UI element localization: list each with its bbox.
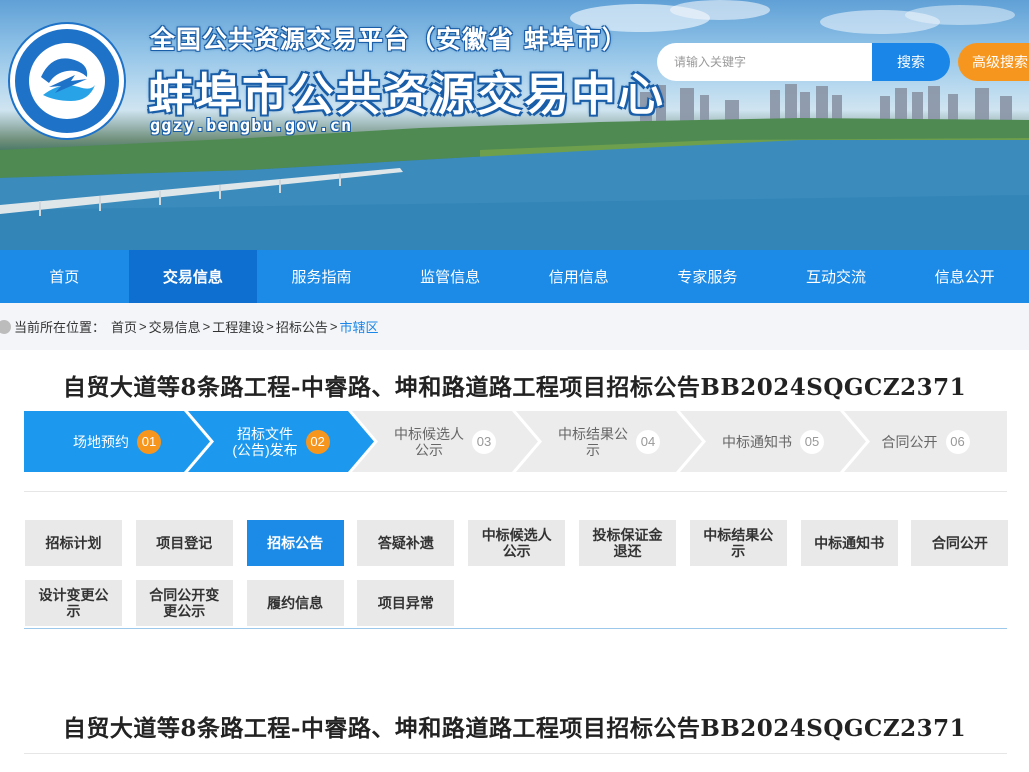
breadcrumb-link-construction[interactable]: 工程建设 bbox=[212, 317, 264, 336]
step-result-notice[interactable]: 中标结果公示 04 bbox=[516, 411, 702, 472]
tabs-underline bbox=[24, 628, 1007, 629]
breadcrumb-separator: > bbox=[139, 319, 147, 334]
nav-item-interaction[interactable]: 互动交流 bbox=[772, 250, 901, 303]
location-pin-icon bbox=[0, 319, 11, 334]
step-number: 05 bbox=[800, 430, 824, 454]
breadcrumb-current[interactable]: 市辖区 bbox=[339, 317, 378, 336]
breadcrumb-prefix: 当前所在位置： bbox=[14, 320, 106, 335]
logo-emblem-icon bbox=[29, 43, 105, 119]
tab-row2-1[interactable]: 合同公开变 更公示 bbox=[135, 580, 233, 626]
breadcrumb-link-notice[interactable]: 招标公告 bbox=[276, 317, 328, 336]
tab-row1-0[interactable]: 招标计划 bbox=[25, 520, 122, 566]
tab-row2-0[interactable]: 设计变更公示 bbox=[25, 580, 122, 626]
step-number: 04 bbox=[636, 430, 660, 454]
breadcrumb-link-home[interactable]: 首页 bbox=[111, 317, 137, 336]
step-number: 03 bbox=[472, 430, 496, 454]
nav-item-home[interactable]: 首页 bbox=[0, 250, 129, 303]
divider bbox=[24, 491, 1007, 492]
step-venue-booking[interactable]: 场地预约 01 bbox=[24, 411, 210, 472]
notice-title: 自贸大道等8条路工程-中睿路、坤和路道路工程项目招标公告BB2024SQGCZ2… bbox=[62, 374, 967, 401]
platform-title: 全国公共资源交易平台（安徽省 蚌埠市） bbox=[150, 25, 628, 54]
step-tender-publish[interactable]: 招标文件 (公告)发布 02 bbox=[188, 411, 374, 472]
step-label: 中标结果公示 bbox=[558, 425, 628, 458]
tab-row2-2[interactable]: 履约信息 bbox=[246, 580, 344, 626]
nav-item-expert-service[interactable]: 专家服务 bbox=[643, 250, 772, 303]
tab-row1-1[interactable]: 项目登记 bbox=[135, 520, 233, 566]
tab-row1-7[interactable]: 中标通知书 bbox=[800, 520, 898, 566]
breadcrumb-separator: > bbox=[266, 319, 274, 334]
step-candidate-notice[interactable]: 中标候选人 公示 03 bbox=[352, 411, 538, 472]
nav-item-credit-info[interactable]: 信用信息 bbox=[515, 250, 644, 303]
step-label: 招标文件 (公告)发布 bbox=[232, 425, 298, 458]
main-nav: 首页 交易信息 服务指南 监管信息 信用信息 专家服务 互动交流 信息公开 bbox=[0, 250, 1029, 303]
tab-row1-4[interactable]: 中标候选人 公示 bbox=[468, 520, 566, 566]
step-label: 场地预约 bbox=[73, 433, 129, 450]
divider bbox=[24, 753, 1007, 754]
step-label: 合同公开 bbox=[881, 433, 938, 450]
step-award-letter[interactable]: 中标通知书 05 bbox=[680, 411, 866, 472]
step-label: 中标通知书 bbox=[722, 433, 792, 450]
breadcrumb: 当前所在位置： 首页 > 交易信息 > 工程建设 > 招标公告 > 市辖区 bbox=[0, 303, 1029, 350]
breadcrumb-separator: > bbox=[329, 319, 338, 334]
advanced-search-button[interactable]: 高级搜索 bbox=[958, 43, 1029, 81]
process-steps: 场地预约 01 招标文件 (公告)发布 02 中标候选人 公示 03 中标结果公示 … bbox=[24, 411, 1007, 472]
header-banner: 全国公共资源交易平台（安徽省 蚌埠市） 蚌埠市公共资源交易中心 ggzy.ben… bbox=[0, 0, 1029, 250]
breadcrumb-link-trading[interactable]: 交易信息 bbox=[149, 317, 201, 336]
step-number: 01 bbox=[137, 430, 161, 454]
nav-item-info-disclosure[interactable]: 信息公开 bbox=[900, 250, 1029, 303]
site-logo[interactable] bbox=[10, 24, 124, 138]
search-input[interactable] bbox=[657, 43, 874, 81]
nav-item-trading-info[interactable]: 交易信息 bbox=[128, 250, 258, 303]
step-contract-disclosure[interactable]: 合同公开 06 bbox=[844, 411, 1007, 472]
nav-item-service-guide[interactable]: 服务指南 bbox=[257, 250, 386, 303]
content-title: 自贸大道等8条路工程-中睿路、坤和路道路工程项目招标公告BB2024SQGCZ2… bbox=[62, 715, 967, 742]
tab-row2-3[interactable]: 项目异常 bbox=[357, 580, 455, 626]
site-url: ggzy.bengbu.gov.cn bbox=[150, 116, 353, 136]
tab-row1-2[interactable]: 招标公告 bbox=[246, 520, 344, 566]
step-label: 中标候选人 公示 bbox=[394, 425, 464, 458]
tab-row1-3[interactable]: 答疑补遗 bbox=[357, 520, 455, 566]
breadcrumb-separator: > bbox=[202, 319, 211, 334]
tab-row1-6[interactable]: 中标结果公示 bbox=[689, 520, 787, 566]
tab-row1-8[interactable]: 合同公开 bbox=[911, 520, 1009, 566]
center-title: 蚌埠市公共资源交易中心 bbox=[148, 68, 666, 121]
tab-row1-5[interactable]: 投标保证金 退还 bbox=[579, 520, 676, 566]
search-button[interactable]: 搜索 bbox=[872, 43, 950, 81]
step-number: 02 bbox=[306, 430, 330, 454]
step-number: 06 bbox=[945, 429, 970, 454]
nav-item-supervision-info[interactable]: 监管信息 bbox=[386, 250, 515, 303]
